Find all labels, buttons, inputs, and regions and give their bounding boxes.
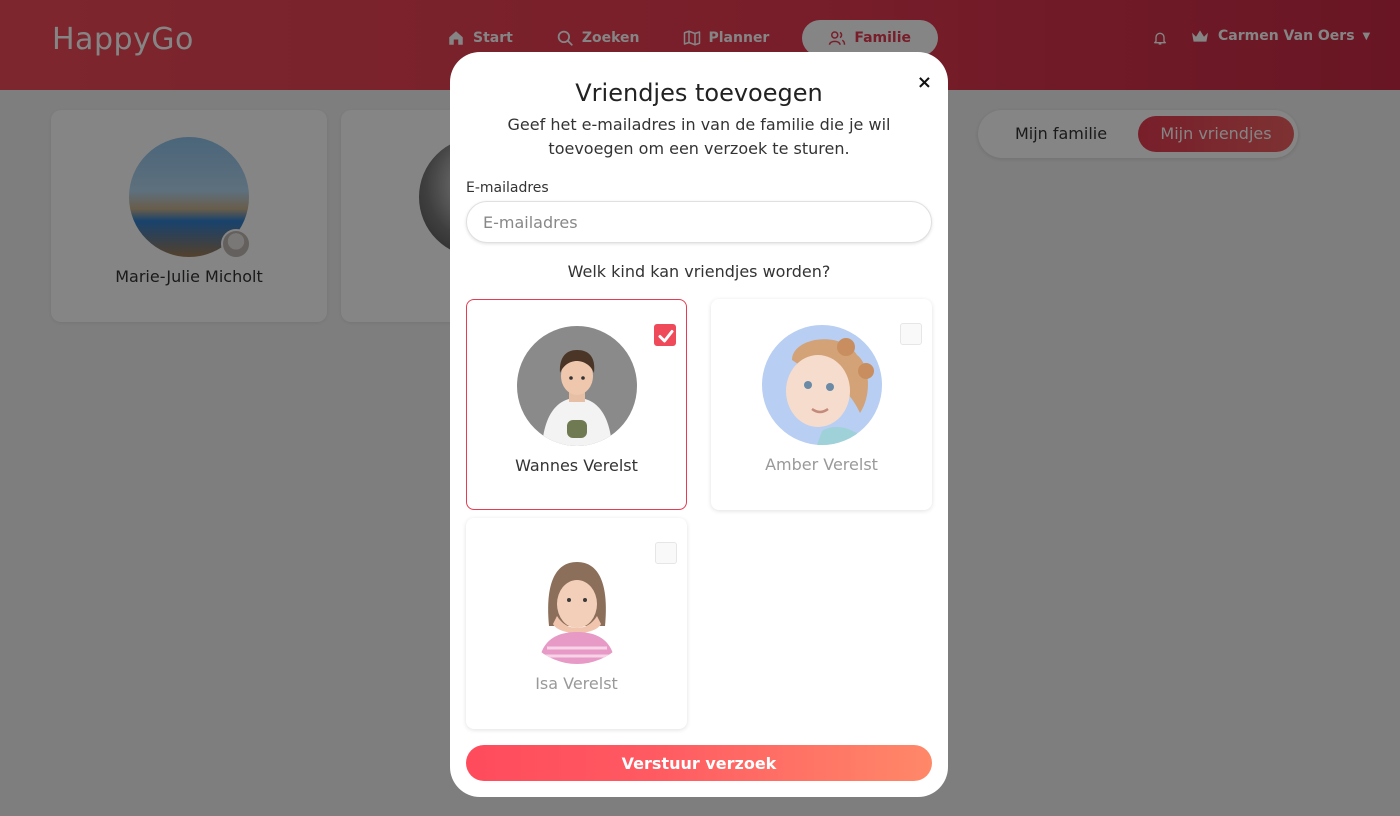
modal-title: Vriendjes toevoegen bbox=[575, 79, 823, 107]
check-icon bbox=[658, 330, 674, 343]
kid-checkbox[interactable] bbox=[654, 324, 676, 346]
avatar bbox=[516, 544, 637, 664]
kid-name: Wannes Verelst bbox=[515, 456, 638, 475]
avatar bbox=[516, 326, 637, 446]
email-label: E-mailadres bbox=[466, 180, 549, 196]
avatar bbox=[761, 325, 882, 445]
add-friends-modal: × Vriendjes toevoegen Geef het e-mailadr… bbox=[450, 52, 948, 797]
kid-name: Amber Verelst bbox=[765, 455, 878, 474]
kid-name: Isa Verelst bbox=[535, 674, 618, 693]
kid-checkbox[interactable] bbox=[655, 542, 677, 564]
kid-selection-question: Welk kind kan vriendjes worden? bbox=[567, 262, 831, 281]
kid-card-amber[interactable]: Amber Verelst bbox=[711, 299, 932, 510]
kid-checkbox[interactable] bbox=[900, 323, 922, 345]
kid-card-wannes[interactable]: Wannes Verelst bbox=[466, 299, 687, 510]
email-field[interactable] bbox=[466, 201, 932, 243]
modal-description: Geef het e-mailadres in van de familie d… bbox=[507, 115, 891, 158]
send-request-button[interactable]: Verstuur verzoek bbox=[466, 745, 932, 781]
kid-card-isa[interactable]: Isa Verelst bbox=[466, 518, 687, 729]
